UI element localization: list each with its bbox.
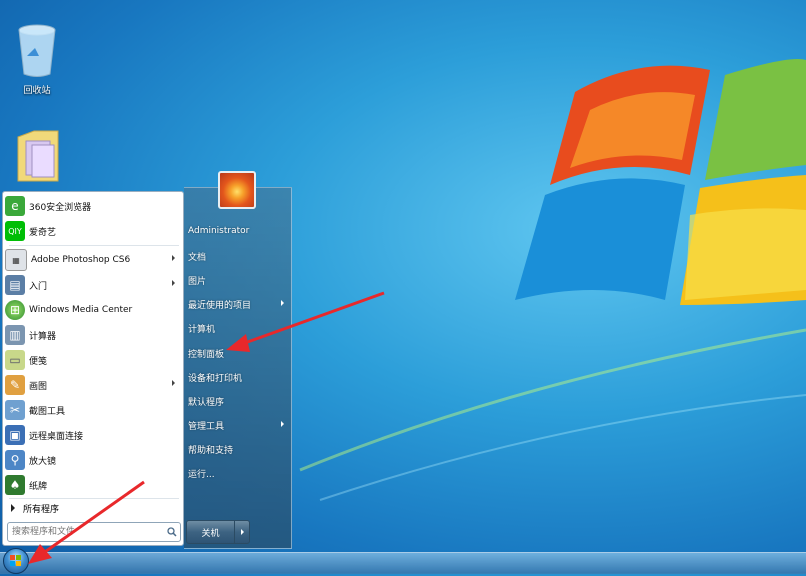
annotation-arrows [28, 291, 385, 564]
annotation-arrow-icon [28, 480, 145, 564]
annotation-arrow-icon [226, 291, 385, 352]
